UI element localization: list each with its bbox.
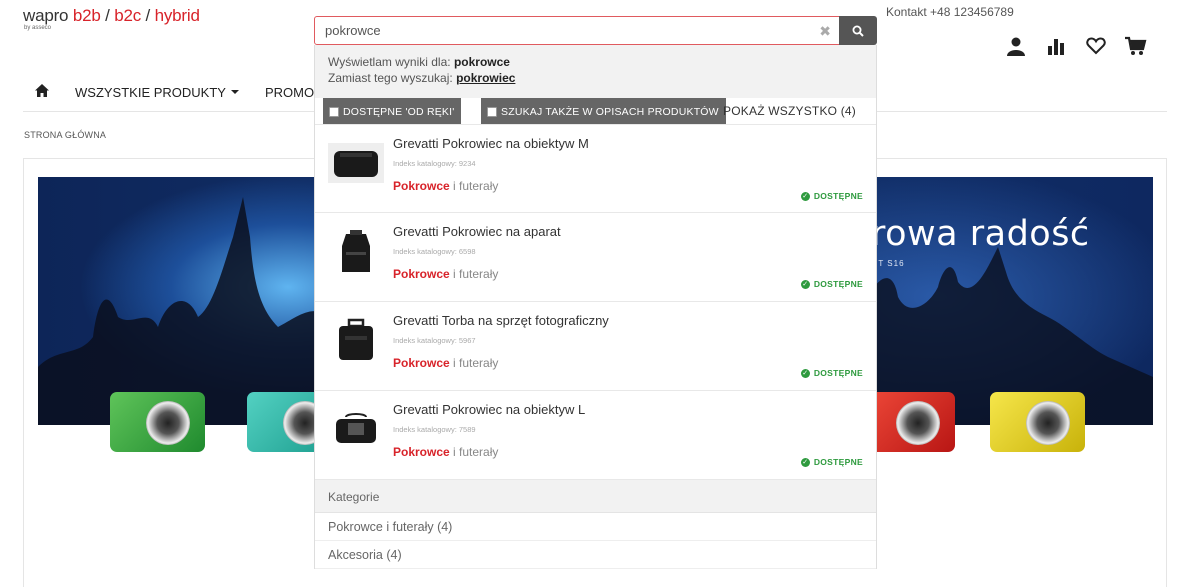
availability-status: ✓ DOSTĘPNE [800,191,863,201]
product-thumbnail[interactable] [328,139,384,187]
product-name[interactable]: Grevatti Pokrowiec na obiektyw M [393,136,589,151]
product-index: Indeks katalogowy: 5967 [393,336,476,345]
product-category: Pokrowce i futerały [393,179,498,193]
header-icons [1004,36,1148,56]
logo[interactable]: wapro b2b / b2c / hybrid by asseco [23,6,200,31]
category-item[interactable]: Pokrowce i futerały (4) [315,513,876,541]
categories-header: Kategorie [315,480,876,513]
category-rest: i futerały [449,179,499,193]
alternative-search-link[interactable]: pokrowiec [456,71,515,85]
availability-label: DOSTĘPNE [813,368,863,378]
logo-separator-1: / [105,6,110,25]
logo-part-2: b2b [72,6,101,25]
search-info: Wyświetlam wyniki dla: pokrowce Zamiast … [315,45,876,98]
filter-descriptions-button[interactable]: SZUKAJ TAKŻE W OPISACH PRODUKTÓW [481,98,726,125]
show-all-link[interactable]: POKAŻ WSZYSTKO (4) [723,104,856,118]
search-autocomplete: Wyświetlam wyniki dla: pokrowce Zamiast … [314,45,877,569]
product-thumbnail[interactable] [328,405,384,453]
category-highlight: Pokrowce [393,445,450,459]
product-result[interactable]: Grevatti Pokrowiec na aparat Indeks kata… [315,213,876,302]
caret-down-icon [230,90,239,94]
page: wapro b2b / b2c / hybrid by asseco Konta… [0,0,1200,587]
product-category: Pokrowce i futerały [393,356,498,370]
product-thumbnail[interactable] [328,316,384,364]
check-circle-icon: ✓ [800,279,810,289]
heart-icon[interactable] [1084,36,1108,56]
search-box: ✖ [314,16,840,45]
availability-status: ✓ DOSTĘPNE [800,368,863,378]
check-circle-icon: ✓ [800,457,810,467]
product-thumbnail[interactable] [328,227,384,275]
breadcrumb[interactable]: STRONA GŁÓWNA [24,130,106,140]
product-name[interactable]: Grevatti Pokrowiec na obiektyw L [393,402,585,417]
search-input[interactable] [315,17,795,44]
logo-separator-2: / [145,6,151,25]
filter-available-label: DOSTĘPNE 'OD RĘKI' [343,105,455,118]
product-name[interactable]: Grevatti Torba na sprzęt fotograficzny [393,313,609,328]
availability-label: DOSTĘPNE [813,279,863,289]
filter-descriptions-label: SZUKAJ TAKŻE W OPISACH PRODUKTÓW [501,105,719,118]
checkbox-icon[interactable] [329,106,339,117]
product-result[interactable]: Grevatti Pokrowiec na obiektyw L Indeks … [315,391,876,480]
product-index: Indeks katalogowy: 6598 [393,247,476,256]
category-rest: i futerały [449,267,499,281]
product-index: Indeks katalogowy: 9234 [393,159,476,168]
search-icon [852,25,864,37]
product-category: Pokrowce i futerały [393,267,498,281]
category-rest: i futerały [449,356,499,370]
showing-prefix: Wyświetlam wyniki dla: [328,55,451,69]
category-rest: i futerały [449,445,499,459]
nav-item-label: WSZYSTKIE PRODUKTY [75,84,226,100]
availability-label: DOSTĘPNE [813,191,863,201]
search-filters: DOSTĘPNE 'OD RĘKI' SZUKAJ TAKŻE W OPISAC… [315,98,876,125]
product-name[interactable]: Grevatti Pokrowiec na aparat [393,224,561,239]
check-circle-icon: ✓ [800,191,810,201]
logo-part-3: b2c [114,6,142,25]
banner-title: rowa radość [871,214,1090,254]
category-item[interactable]: Akcesoria (4) [315,541,876,569]
user-icon[interactable] [1004,36,1028,56]
check-circle-icon: ✓ [800,368,810,378]
category-highlight: Pokrowce [393,179,450,193]
product-index: Indeks katalogowy: 7589 [393,425,476,434]
product-result[interactable]: Grevatti Torba na sprzęt fotograficzny I… [315,302,876,391]
instead-prefix: Zamiast tego wyszukaj: [328,71,453,85]
checkbox-icon[interactable] [487,106,497,117]
contact-phone[interactable]: Kontakt +48 123456789 [886,5,1014,19]
clear-icon[interactable]: ✖ [819,23,831,40]
product-category: Pokrowce i futerały [393,445,498,459]
category-highlight: Pokrowce [393,356,450,370]
chart-icon[interactable] [1044,36,1068,56]
logo-part-1: wapro [23,6,69,25]
availability-status: ✓ DOSTĘPNE [800,457,863,467]
logo-part-4: hybrid [154,6,200,25]
availability-status: ✓ DOSTĘPNE [800,279,863,289]
category-highlight: Pokrowce [393,267,450,281]
nav-item-all-products[interactable]: WSZYSTKIE PRODUKTY [75,85,239,100]
showing-term: pokrowce [453,55,510,69]
camera-green [110,392,205,452]
filter-available-button[interactable]: DOSTĘPNE 'OD RĘKI' [323,98,462,125]
availability-label: DOSTĘPNE [813,457,863,467]
product-result[interactable]: Grevatti Pokrowiec na obiektyw M Indeks … [315,124,876,213]
camera-yellow [990,392,1085,452]
cart-icon[interactable] [1124,36,1148,56]
home-icon[interactable] [35,84,51,100]
search-button[interactable] [839,16,877,45]
